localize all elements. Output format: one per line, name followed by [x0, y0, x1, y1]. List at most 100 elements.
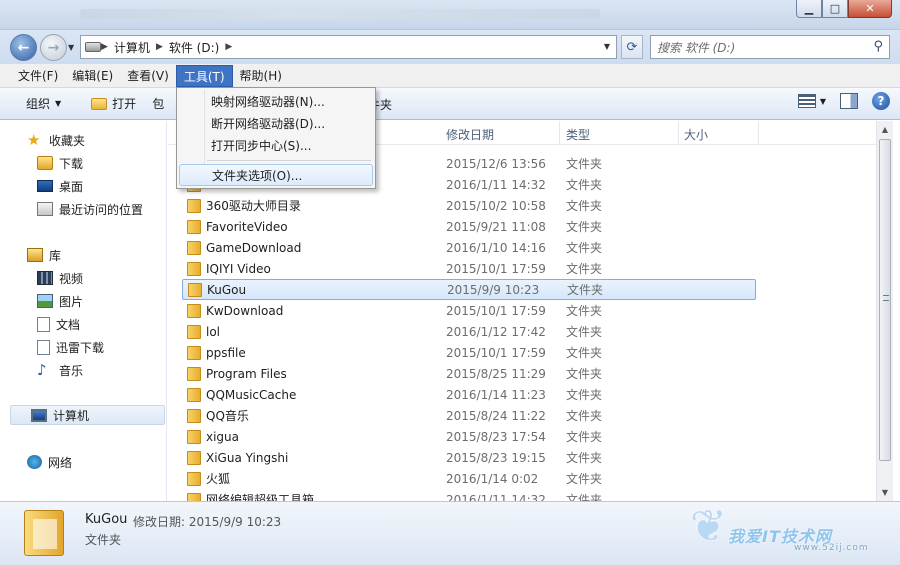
file-row[interactable]: Program Files 2015/8/25 11:29 文件夹	[182, 363, 756, 384]
window-controls: ▁ □ ✕	[796, 0, 892, 18]
nav-recent-places[interactable]: 最近访问的位置	[37, 199, 143, 219]
open-button[interactable]: 打开	[83, 91, 144, 117]
folder-icon	[187, 261, 201, 276]
thunder-download-icon	[37, 339, 50, 355]
menu-item-open-sync-center[interactable]: 打开同步中心(S)...	[179, 135, 373, 157]
forward-arrow-icon: →	[47, 39, 60, 56]
search-icon[interactable]: ⚲	[873, 39, 883, 54]
file-type: 文件夹	[566, 220, 603, 234]
nav-label: 网络	[48, 455, 73, 470]
file-row[interactable]: KuGou 2015/9/9 10:23 文件夹	[182, 279, 756, 300]
menu-item-disconnect-network-drive[interactable]: 断开网络驱动器(D)...	[179, 113, 373, 135]
file-type: 文件夹	[566, 493, 603, 501]
file-row[interactable]: 360驱动大师目录 2015/10/2 10:58 文件夹	[182, 195, 756, 216]
file-date: 2015/8/23 19:15	[446, 450, 546, 465]
folder-icon	[187, 471, 201, 486]
file-row[interactable]: KwDownload 2015/10/1 17:59 文件夹	[182, 300, 756, 321]
maximize-button[interactable]: □	[822, 0, 848, 18]
file-date: 2016/1/14 11:23	[446, 387, 546, 402]
file-row[interactable]: FavoriteVideo 2015/9/21 11:08 文件夹	[182, 216, 756, 237]
nav-downloads[interactable]: 下载	[37, 153, 83, 173]
menu-item-map-network-drive[interactable]: 映射网络驱动器(N)...	[179, 91, 373, 113]
nav-computer[interactable]: 计算机	[10, 405, 165, 425]
preview-pane-icon[interactable]	[840, 93, 858, 109]
file-name: 360驱动大师目录	[206, 199, 301, 213]
nav-label: 文档	[56, 317, 81, 332]
menu-tools[interactable]: 工具(T)	[175, 64, 233, 87]
tools-menu-dropdown: 映射网络驱动器(N)... 断开网络驱动器(D)... 打开同步中心(S)...…	[176, 87, 376, 189]
chevron-down-icon: ▼	[819, 96, 826, 106]
nav-network[interactable]: 网络	[27, 452, 72, 472]
back-arrow-icon: ←	[17, 39, 30, 56]
column-type[interactable]: 类型	[566, 126, 590, 143]
column-divider[interactable]	[678, 121, 679, 145]
file-type: 文件夹	[566, 409, 603, 423]
recent-pages-dropdown[interactable]: ▼	[68, 43, 74, 52]
crumb-arrow-icon[interactable]: ▶	[156, 42, 163, 52]
folder-icon	[187, 345, 201, 360]
file-name: lol	[206, 324, 221, 339]
close-button[interactable]: ✕	[848, 0, 892, 18]
refresh-button[interactable]: ⟳	[621, 35, 643, 59]
file-row[interactable]: QQ音乐 2015/8/24 11:22 文件夹	[182, 405, 756, 426]
help-icon[interactable]: ?	[872, 92, 890, 110]
file-row[interactable]: ppsfile 2015/10/1 17:59 文件夹	[182, 342, 756, 363]
crumb-arrow-icon[interactable]: ▶	[101, 42, 108, 52]
organize-button[interactable]: 组织 ▼	[18, 91, 69, 117]
breadcrumb-drive[interactable]: 软件 (D:)	[169, 39, 219, 56]
menu-file[interactable]: 文件(F)	[11, 65, 65, 87]
downloads-folder-icon	[37, 156, 53, 170]
file-row[interactable]: GameDownload 2016/1/10 14:16 文件夹	[182, 237, 756, 258]
column-divider[interactable]	[758, 121, 759, 145]
nav-label: 桌面	[59, 179, 84, 194]
file-name: QQMusicCache	[206, 387, 297, 402]
scroll-up-arrow[interactable]: ▲	[877, 122, 893, 138]
nav-label: 视频	[59, 271, 84, 286]
breadcrumb: ▶ 计算机 ▶ 软件 (D:) ▶	[101, 39, 232, 56]
address-box[interactable]: ▶ 计算机 ▶ 软件 (D:) ▶ ▼	[80, 35, 617, 59]
crumb-arrow-icon[interactable]: ▶	[225, 42, 232, 52]
scrollbar-thumb[interactable]	[879, 139, 891, 461]
menu-edit[interactable]: 编辑(E)	[65, 65, 120, 87]
desktop-icon	[37, 180, 53, 192]
file-row[interactable]: xigua 2015/8/23 17:54 文件夹	[182, 426, 756, 447]
nav-desktop[interactable]: 桌面	[37, 176, 83, 196]
file-row[interactable]: XiGua Yingshi 2015/8/23 19:15 文件夹	[182, 447, 756, 468]
column-size[interactable]: 大小	[684, 126, 708, 143]
file-date: 2016/1/11 14:32	[446, 492, 546, 502]
menu-item-folder-options[interactable]: 文件夹选项(O)...	[179, 164, 373, 186]
file-row[interactable]: IQIYI Video 2015/10/1 17:59 文件夹	[182, 258, 756, 279]
forward-button[interactable]: →	[40, 34, 67, 61]
nav-documents[interactable]: 文档	[37, 314, 80, 334]
column-divider[interactable]	[559, 121, 560, 145]
address-dropdown-icon[interactable]: ▼	[604, 42, 610, 51]
menu-help[interactable]: 帮助(H)	[233, 65, 289, 87]
nav-videos[interactable]: 视频	[37, 268, 83, 288]
file-row[interactable]: QQMusicCache 2016/1/14 11:23 文件夹	[182, 384, 756, 405]
drive-icon	[85, 42, 101, 52]
scroll-down-arrow[interactable]: ▼	[877, 485, 893, 501]
site-watermark: ❦ 我爱IT技术网 www.52ij.com	[690, 505, 890, 561]
nav-favorites[interactable]: ★ 收藏夹	[27, 130, 85, 150]
minimize-button[interactable]: ▁	[796, 0, 822, 18]
file-row[interactable]: lol 2016/1/12 17:42 文件夹	[182, 321, 756, 342]
nav-thunder-downloads[interactable]: 迅雷下载	[37, 337, 104, 357]
nav-pictures[interactable]: 图片	[37, 291, 83, 311]
menu-view[interactable]: 查看(V)	[120, 65, 176, 87]
music-note-icon: ♪	[37, 361, 47, 379]
file-row[interactable]: 火狐 2016/1/14 0:02 文件夹	[182, 468, 756, 489]
back-button[interactable]: ←	[10, 34, 37, 61]
file-name: xigua	[206, 429, 240, 444]
vertical-scrollbar[interactable]: ▲ ▼	[876, 121, 893, 501]
file-row[interactable]: 网络编辑超级工具箱 2016/1/11 14:32 文件夹	[182, 489, 756, 501]
change-view-button[interactable]: ▼	[797, 94, 826, 108]
nav-music[interactable]: ♪ 音乐	[37, 360, 83, 380]
nav-libraries[interactable]: 库	[27, 245, 61, 265]
breadcrumb-computer[interactable]: 计算机	[114, 39, 150, 56]
column-modified-date[interactable]: 修改日期	[446, 126, 494, 143]
include-in-library-button[interactable]: 包	[144, 91, 172, 117]
folder-icon	[187, 198, 201, 213]
details-view-icon	[797, 94, 816, 108]
search-input[interactable]: 搜索 软件 (D:) ⚲	[650, 35, 890, 59]
nav-label: 迅雷下载	[56, 340, 105, 355]
